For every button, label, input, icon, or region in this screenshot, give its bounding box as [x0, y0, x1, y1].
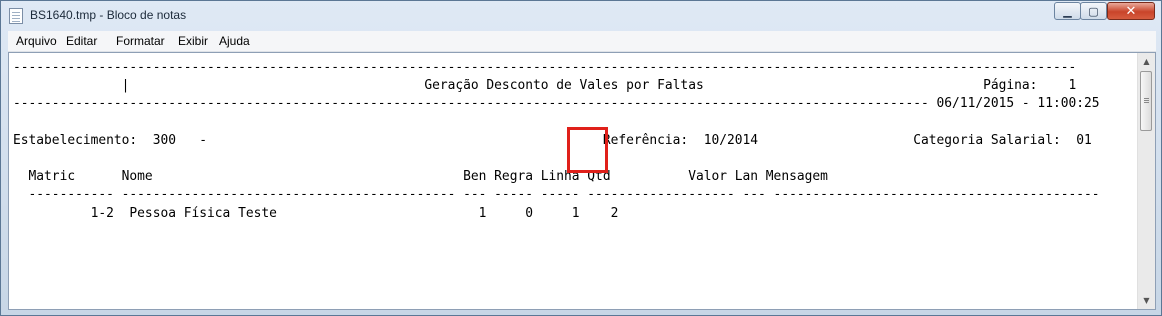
- maximize-button[interactable]: ▢: [1080, 2, 1107, 20]
- scroll-down-icon[interactable]: ▼: [1138, 292, 1155, 309]
- report-line: Estabelecimento: 300 - Referência: 10/20…: [13, 132, 1092, 148]
- notepad-window: BS1640.tmp - Bloco de notas ▁ ▢ ✕ Arquiv…: [0, 0, 1162, 316]
- menu-exibir[interactable]: Exibir: [178, 34, 208, 48]
- scroll-up-icon[interactable]: ▲: [1138, 53, 1155, 70]
- menu-formatar[interactable]: Formatar: [116, 34, 165, 48]
- minimize-icon: ▁: [1063, 4, 1072, 18]
- qtd-highlight-box: [567, 127, 608, 173]
- menu-editar[interactable]: Editar: [66, 34, 97, 48]
- notepad-icon[interactable]: [9, 8, 23, 24]
- report-line: ----------- ----------------------------…: [13, 187, 1100, 203]
- report-line: Matric Nome Ben Regra Linha Qtd Valor La…: [13, 169, 828, 185]
- menu-arquivo[interactable]: Arquivo: [16, 34, 57, 48]
- report-line: ----------------------------------------…: [13, 96, 1100, 112]
- report-line: | Geração Desconto de Vales por Faltas P…: [13, 78, 1077, 94]
- report-line: 1-2 Pessoa Física Teste 1 0 1 2: [13, 205, 619, 221]
- vertical-scrollbar[interactable]: ▲ ▼: [1137, 53, 1155, 309]
- menu-ajuda[interactable]: Ajuda: [219, 34, 250, 48]
- report-text[interactable]: ----------------------------------------…: [13, 59, 1100, 223]
- maximize-icon: ▢: [1088, 4, 1099, 18]
- menu-bar: Arquivo Editar Formatar Exibir Ajuda: [8, 31, 1156, 52]
- report-line: ----------------------------------------…: [13, 60, 1077, 75]
- minimize-button[interactable]: ▁: [1054, 2, 1081, 20]
- title-bar[interactable]: BS1640.tmp - Bloco de notas ▁ ▢ ✕: [1, 1, 1161, 31]
- close-button[interactable]: ✕: [1107, 2, 1155, 20]
- text-editor[interactable]: ----------------------------------------…: [8, 52, 1156, 310]
- scroll-thumb[interactable]: [1140, 71, 1152, 131]
- window-title: BS1640.tmp - Bloco de notas: [30, 8, 187, 22]
- close-icon: ✕: [1125, 3, 1137, 19]
